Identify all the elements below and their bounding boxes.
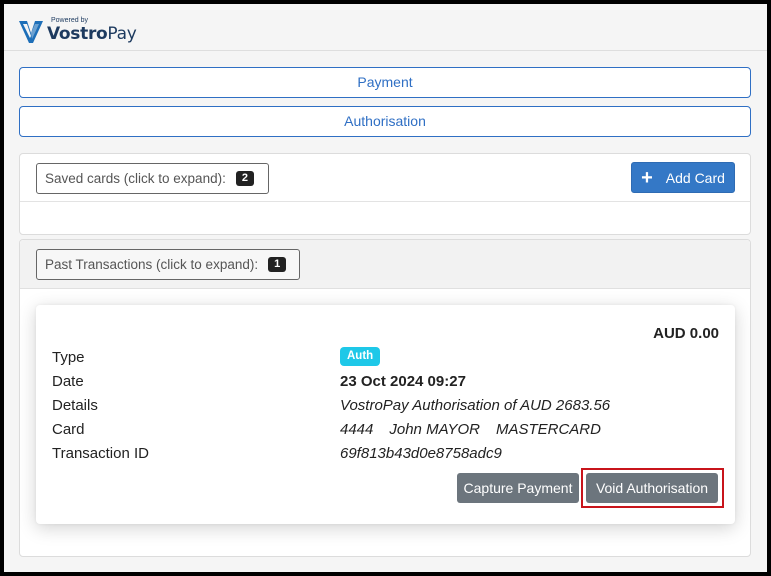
- authorisation-button[interactable]: Authorisation: [19, 106, 751, 137]
- add-card-button[interactable]: + Add Card: [631, 162, 735, 193]
- card-label: Card: [52, 421, 85, 438]
- app-frame: Powered by VostroPay Payment Authorisati…: [4, 4, 767, 572]
- add-card-label: Add Card: [665, 169, 725, 186]
- card-brand: MASTERCARD: [495, 421, 601, 438]
- powered-by-text: Powered by: [51, 17, 88, 24]
- payment-button[interactable]: Payment: [19, 67, 751, 98]
- saved-cards-toggle[interactable]: Saved cards (click to expand): 2: [36, 163, 269, 194]
- card-value: 4444 John MAYOR MASTERCARD: [340, 421, 617, 438]
- details-label: Details: [52, 397, 98, 414]
- past-transactions-header: Past Transactions (click to expand): 1: [20, 240, 750, 289]
- saved-cards-label: Saved cards (click to expand):: [45, 171, 226, 186]
- brand-name-bold: Vostro: [47, 24, 108, 44]
- saved-cards-panel: Saved cards (click to expand): 2 + Add C…: [19, 153, 751, 235]
- plus-icon: +: [641, 166, 653, 189]
- past-transactions-count-badge: 1: [268, 257, 287, 272]
- past-transactions-panel: Past Transactions (click to expand): 1 A…: [19, 239, 751, 557]
- brand-name-regular: Pay: [107, 24, 137, 44]
- capture-payment-button[interactable]: Capture Payment: [457, 473, 579, 503]
- transaction-id-value: 69f813b43d0e8758adc9: [340, 445, 502, 462]
- void-authorisation-button[interactable]: Void Authorisation: [586, 473, 718, 503]
- past-transactions-toggle[interactable]: Past Transactions (click to expand): 1: [36, 249, 300, 280]
- card-holder: John MAYOR: [389, 421, 480, 438]
- brand-name: VostroPay: [47, 24, 137, 44]
- date-label: Date: [52, 373, 84, 390]
- transaction-id-label: Transaction ID: [52, 445, 149, 462]
- past-transactions-label: Past Transactions (click to expand):: [45, 257, 259, 272]
- vostropay-logo-icon: [19, 21, 43, 43]
- type-badge: Auth: [340, 347, 381, 366]
- type-label: Type: [52, 349, 85, 366]
- card-last4: 4444: [340, 421, 374, 438]
- transaction-amount: AUD 0.00: [653, 325, 719, 342]
- details-value: VostroPay Authorisation of AUD 2683.56: [340, 397, 611, 414]
- saved-cards-count-badge: 2: [235, 171, 254, 186]
- top-bar: Powered by VostroPay: [4, 4, 767, 51]
- vostropay-logo: Powered by VostroPay: [18, 11, 137, 45]
- saved-cards-header: Saved cards (click to expand): 2 + Add C…: [20, 154, 750, 202]
- logo-wordmark: Powered by VostroPay: [47, 17, 137, 45]
- transaction-card: AUD 0.00 Type Auth Date 23 Oct 2024 09:2…: [36, 305, 735, 524]
- date-value: 23 Oct 2024 09:27: [340, 373, 466, 390]
